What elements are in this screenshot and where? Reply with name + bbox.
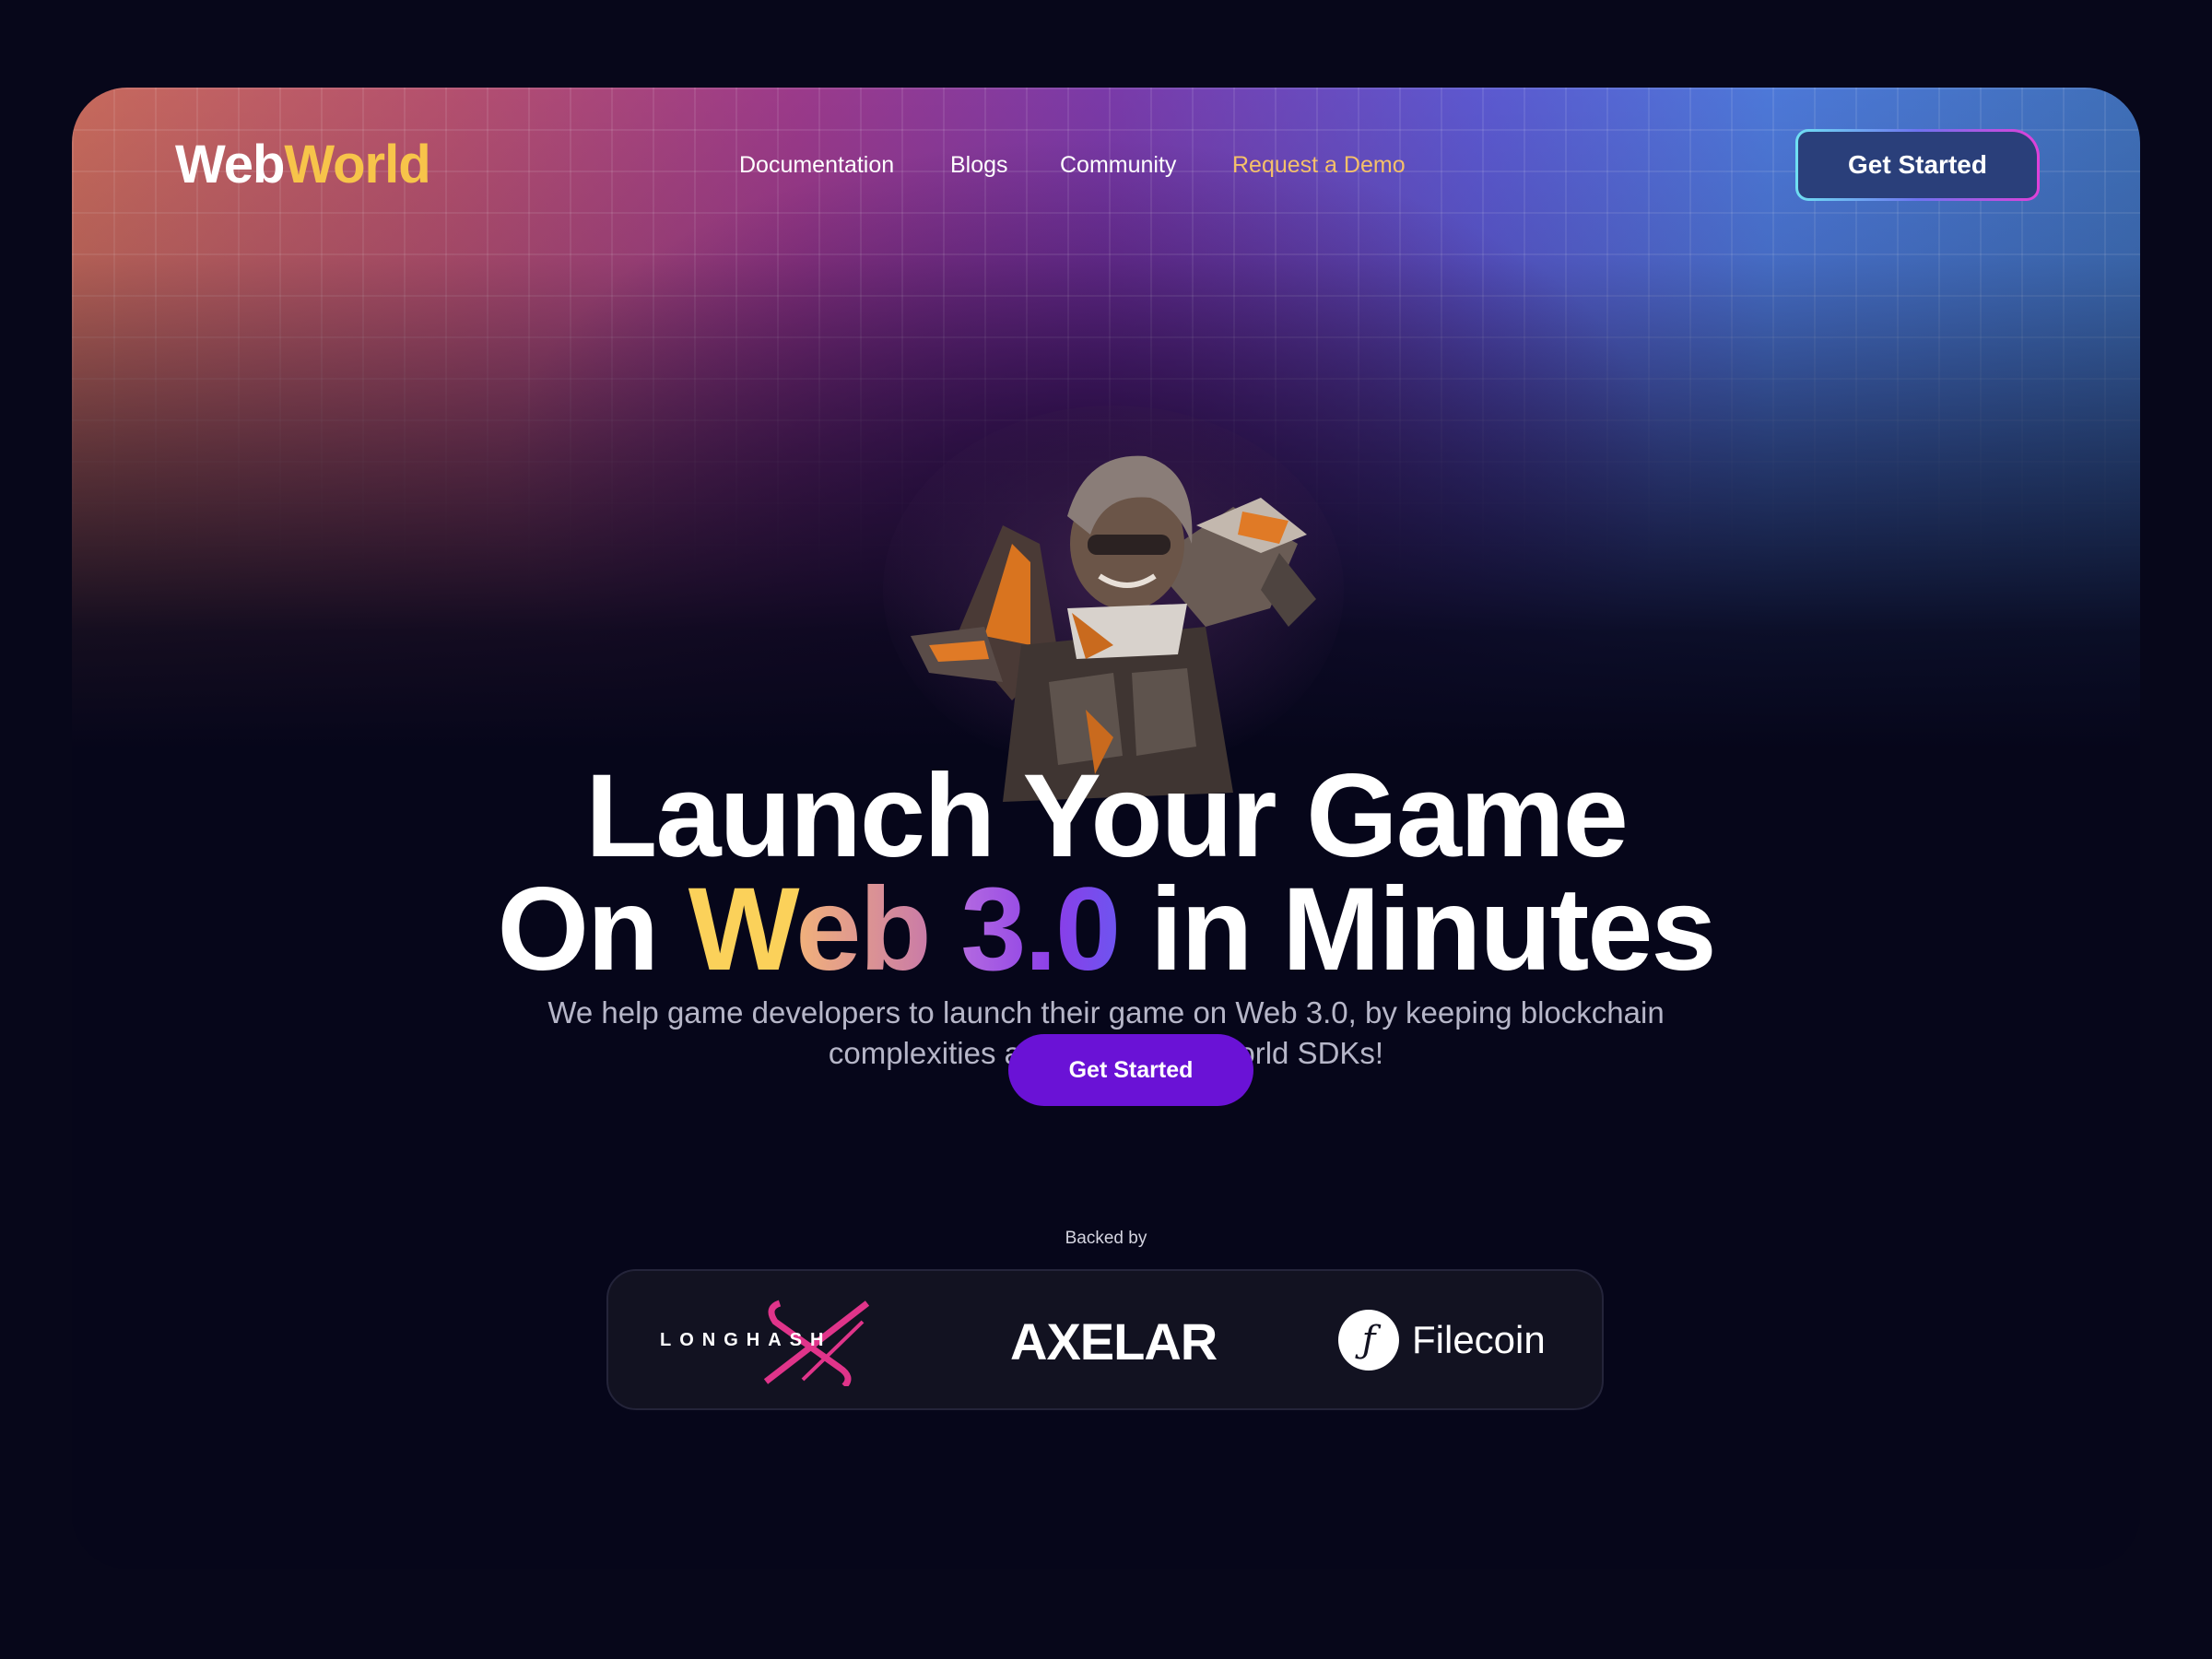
backer-logo-longhash[interactable]: LONGHASH [660, 1299, 881, 1386]
page-frame: WebWorld Documentation Blogs Community R… [72, 88, 2140, 1569]
backer-logo-axelar[interactable]: AXELAR [1010, 1312, 1218, 1371]
hero-headline-line2: On Web 3.0 in Minutes [72, 871, 2140, 989]
filecoin-wordmark: Filecoin [1412, 1318, 1546, 1361]
nav-item-blogs[interactable]: Blogs [950, 152, 1008, 179]
headline-word-on: On [497, 864, 659, 995]
backer-logo-filecoin[interactable]: ƒ Filecoin [1338, 1310, 1546, 1371]
get-started-nav-button[interactable]: Get Started [1795, 129, 2040, 201]
nav-item-community[interactable]: Community [1060, 152, 1176, 179]
nav-item-documentation[interactable]: Documentation [739, 152, 894, 179]
game-character-illustration [883, 406, 1344, 802]
backed-by-label: Backed by [1065, 1229, 1147, 1248]
headline-web-eb: eb [795, 864, 931, 995]
get-started-hero-button[interactable]: Get Started [1008, 1034, 1253, 1106]
longhash-wordmark: LONGHASH [660, 1330, 832, 1350]
hero-subtext-line1: We help game developers to launch their … [547, 995, 1665, 1030]
filecoin-icon: ƒ [1338, 1310, 1399, 1371]
headline-word-web: Web [688, 864, 932, 995]
headline-word-3-0: 3.0 [960, 864, 1121, 995]
headline-word-in-minutes: in Minutes [1149, 864, 1717, 995]
nav-item-request-demo[interactable]: Request a Demo [1232, 152, 1406, 179]
headline-web-w: W [688, 864, 797, 995]
backers-panel: LONGHASH AXELAR ƒ Filecoin [606, 1269, 1604, 1410]
hero-headline-line1: Launch Your Game [585, 750, 1629, 882]
